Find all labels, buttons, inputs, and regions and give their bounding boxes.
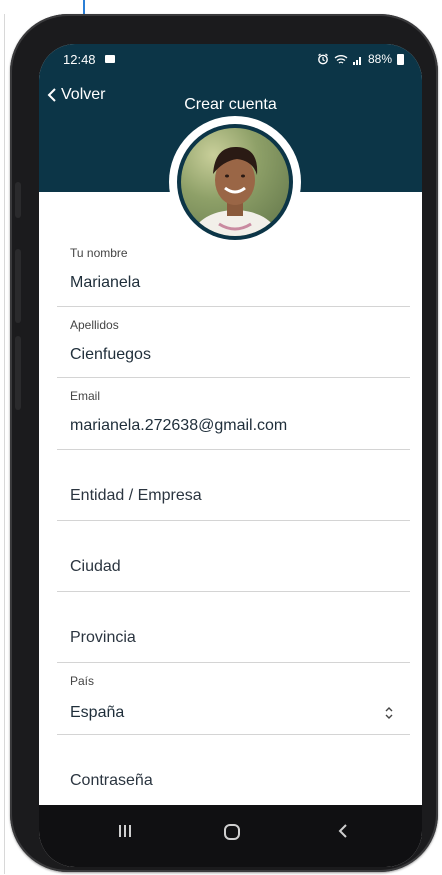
screen: 12:48 88% Volver Crear cuenta Tu nombre …	[39, 44, 422, 867]
city-placeholder: Ciudad	[70, 558, 121, 575]
select-updown-icon	[385, 707, 393, 719]
first-name-field[interactable]: Tu nombre Marianela	[57, 236, 410, 307]
country-select[interactable]: País España	[57, 662, 410, 735]
status-time: 12:48	[63, 52, 96, 67]
home-button[interactable]	[223, 823, 241, 846]
email-label: Email	[70, 389, 101, 403]
system-nav-bar	[39, 805, 422, 867]
country-label: País	[70, 674, 95, 688]
top-guide-marker	[83, 0, 85, 14]
volume-button	[15, 336, 21, 410]
wifi-icon	[334, 54, 348, 64]
phone-frame: 12:48 88% Volver Crear cuenta Tu nombre …	[10, 14, 438, 872]
page-title: Crear cuenta	[184, 96, 277, 113]
side-button	[15, 182, 21, 218]
avatar-border	[177, 124, 293, 240]
province-placeholder: Provincia	[70, 629, 136, 646]
profile-photo	[181, 128, 289, 236]
email-field[interactable]: Email marianela.272638@gmail.com	[57, 377, 410, 450]
first-name-label: Tu nombre	[70, 246, 128, 260]
last-name-field[interactable]: Apellidos Cienfuegos	[57, 306, 410, 378]
last-name-label: Apellidos	[70, 318, 119, 332]
company-placeholder: Entidad / Empresa	[70, 487, 202, 504]
recents-button[interactable]	[117, 823, 133, 844]
signal-icon	[352, 56, 361, 65]
home-icon	[224, 824, 240, 840]
volume-button	[15, 249, 21, 323]
city-field[interactable]: Ciudad	[57, 520, 410, 592]
last-name-value: Cienfuegos	[70, 346, 151, 363]
battery-icon	[397, 53, 404, 65]
first-name-value: Marianela	[70, 274, 141, 291]
profile-photo-illustration	[191, 146, 279, 236]
battery-percent: 88%	[367, 52, 392, 66]
status-bar: 12:48 88%	[39, 50, 422, 72]
password-placeholder: Contraseña	[70, 772, 153, 789]
recents-icon	[119, 825, 131, 837]
password-field[interactable]: Contraseña	[57, 734, 410, 806]
avatar[interactable]	[169, 116, 301, 248]
country-value: España	[70, 704, 125, 721]
image-notification-icon	[105, 55, 115, 63]
alarm-icon	[318, 53, 328, 65]
company-field[interactable]: Entidad / Empresa	[57, 449, 410, 521]
status-icons: 88%	[317, 52, 404, 66]
province-field[interactable]: Provincia	[57, 591, 410, 663]
nav-back-button[interactable]	[336, 823, 350, 844]
back-arrow-icon	[338, 824, 347, 838]
email-value: marianela.272638@gmail.com	[70, 417, 288, 434]
left-guide-line	[4, 14, 5, 874]
